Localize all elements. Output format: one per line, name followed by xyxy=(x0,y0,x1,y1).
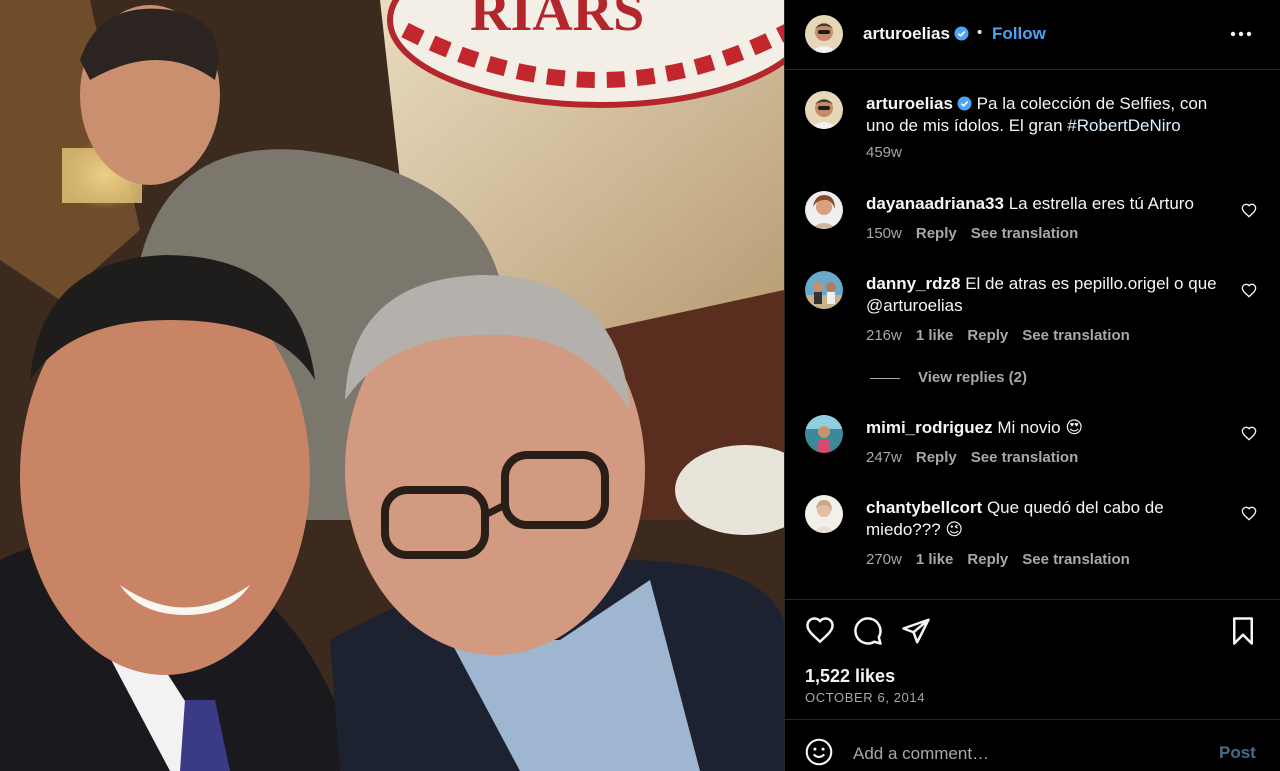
comment-meta: 270w 1 like Reply See translation xyxy=(866,551,1144,568)
comment-text: mimi_rodriguez Mi novio 😍 xyxy=(866,417,1226,439)
post-actions: 1,522 likes OCTOBER 6, 2014 xyxy=(785,599,1280,719)
comment-likes[interactable]: 1 like xyxy=(916,551,954,568)
reply-button[interactable]: Reply xyxy=(967,551,1008,568)
verified-badge-icon xyxy=(957,96,972,111)
post-header: arturoelias • Follow xyxy=(785,0,1280,70)
comments-list[interactable]: arturoelias Pa la colección de Selfies, … xyxy=(785,71,1280,599)
separator-dot: • xyxy=(977,24,983,41)
like-comment-heart-icon[interactable] xyxy=(1241,426,1257,442)
verified-badge-icon xyxy=(954,26,969,41)
commenter-avatar[interactable] xyxy=(805,495,843,533)
add-comment-bar: Post xyxy=(785,719,1280,771)
hashtag-link[interactable]: #RobertDeNiro xyxy=(1067,116,1180,135)
replies-divider xyxy=(870,377,900,379)
post-comment-button[interactable]: Post xyxy=(1219,743,1256,763)
comment-text: chantybellcort Que quedó del cabo de mie… xyxy=(866,497,1226,541)
commenter-avatar[interactable] xyxy=(805,191,843,229)
comment-username[interactable]: chantybellcort xyxy=(866,498,982,517)
post-date: OCTOBER 6, 2014 xyxy=(805,690,926,705)
caption-meta: 459w xyxy=(866,144,916,161)
commenter-avatar[interactable] xyxy=(805,415,843,453)
like-comment-heart-icon[interactable] xyxy=(1241,203,1257,219)
comment-time: 150w xyxy=(866,225,902,242)
author-avatar[interactable] xyxy=(805,15,843,53)
emoji-smiley-icon[interactable] xyxy=(805,738,833,766)
comment-likes[interactable]: 1 like xyxy=(916,327,954,344)
view-replies-button[interactable]: View replies (2) xyxy=(870,369,1027,386)
caption-avatar[interactable] xyxy=(805,91,843,129)
comment-username[interactable]: mimi_rodriguez xyxy=(866,418,993,437)
comment-meta: 216w 1 like Reply See translation xyxy=(866,327,1144,344)
like-comment-heart-icon[interactable] xyxy=(1241,283,1257,299)
sign-text: RIARS xyxy=(470,0,644,43)
like-heart-icon[interactable] xyxy=(805,616,835,646)
selfie-image: RIARS xyxy=(0,0,784,771)
comment-time: 270w xyxy=(866,551,902,568)
comment-username[interactable]: danny_rdz8 xyxy=(866,274,960,293)
author-username[interactable]: arturoelias xyxy=(863,24,969,44)
share-send-icon[interactable] xyxy=(901,616,931,646)
caption-text: arturoelias Pa la colección de Selfies, … xyxy=(866,93,1226,137)
comment-username[interactable]: dayanaadriana33 xyxy=(866,194,1004,213)
comment-body: Mi novio 😍 xyxy=(997,418,1084,437)
comment-body: La estrella eres tú Arturo xyxy=(1008,194,1194,213)
reply-button[interactable]: Reply xyxy=(916,449,957,466)
comment-meta: 150w Reply See translation xyxy=(866,225,1092,242)
reply-button[interactable]: Reply xyxy=(916,225,957,242)
comment-time: 247w xyxy=(866,449,902,466)
like-comment-heart-icon[interactable] xyxy=(1241,506,1257,522)
see-translation-button[interactable]: See translation xyxy=(971,449,1079,466)
post-sidebar: arturoelias • Follow arturoelias Pa la c… xyxy=(784,0,1280,771)
reply-button[interactable]: Reply xyxy=(967,327,1008,344)
caption-username[interactable]: arturoelias xyxy=(866,94,953,113)
comment-input[interactable] xyxy=(853,742,1193,766)
see-translation-button[interactable]: See translation xyxy=(1022,551,1130,568)
comment-time: 216w xyxy=(866,327,902,344)
follow-button[interactable]: Follow xyxy=(992,24,1046,44)
more-options-icon[interactable] xyxy=(1227,22,1255,46)
comment-text: dayanaadriana33 La estrella eres tú Artu… xyxy=(866,193,1226,215)
comment-text: danny_rdz8 El de atras es pepillo.origel… xyxy=(866,273,1226,317)
save-bookmark-icon[interactable] xyxy=(1228,616,1258,646)
comment-bubble-icon[interactable] xyxy=(853,616,883,646)
see-translation-button[interactable]: See translation xyxy=(971,225,1079,242)
see-translation-button[interactable]: See translation xyxy=(1022,327,1130,344)
likes-count[interactable]: 1,522 likes xyxy=(805,666,895,687)
comment-meta: 247w Reply See translation xyxy=(866,449,1092,466)
post-photo[interactable]: RIARS xyxy=(0,0,784,771)
commenter-avatar[interactable] xyxy=(805,271,843,309)
caption-time: 459w xyxy=(866,144,902,161)
